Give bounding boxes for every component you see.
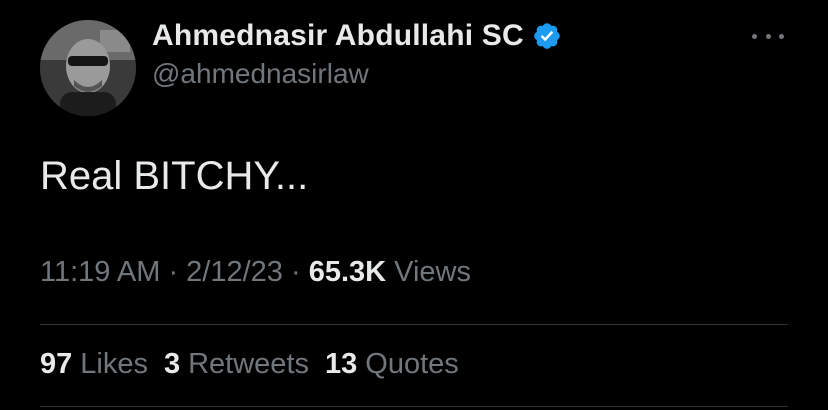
divider <box>40 324 788 325</box>
likes-count: 97 <box>40 348 73 380</box>
likes-label: Likes <box>80 348 148 380</box>
retweets-stat[interactable]: 3 Retweets <box>164 348 309 381</box>
views-count: 65.3K <box>308 256 387 288</box>
tweet-time[interactable]: 11:19 AM <box>40 256 160 288</box>
user-handle[interactable]: @ahmednasirlaw <box>152 58 369 90</box>
tweet-text: Real BITCHY... <box>40 154 309 198</box>
retweets-count: 3 <box>163 348 181 380</box>
quotes-count: 13 <box>325 348 358 380</box>
tweet-detail: Ahmednasir Abdullahi SC @ahmednasirlaw R… <box>0 0 828 410</box>
meta-separator: · <box>160 256 187 288</box>
more-horizontal-icon[interactable] <box>752 24 784 48</box>
tweet-meta: 11:19 AM · 2/12/23 · 65.3K Views <box>40 256 471 289</box>
avatar-image <box>40 20 136 116</box>
avatar[interactable] <box>40 20 136 116</box>
display-name[interactable]: Ahmednasir Abdullahi SC <box>152 19 524 53</box>
likes-stat[interactable]: 97 Likes <box>40 348 148 381</box>
divider <box>40 406 788 407</box>
quotes-stat[interactable]: 13 Quotes <box>325 348 459 381</box>
engagement-stats: 97 Likes 3 Retweets 13 Quotes <box>40 348 459 381</box>
quotes-label: Quotes <box>365 348 459 380</box>
name-row: Ahmednasir Abdullahi SC <box>152 16 562 56</box>
tweet-date[interactable]: 2/12/23 <box>186 256 283 288</box>
meta-separator: · <box>282 256 309 288</box>
retweets-label: Retweets <box>188 348 309 380</box>
verified-badge-icon <box>532 21 562 51</box>
views-label: Views <box>386 256 471 288</box>
